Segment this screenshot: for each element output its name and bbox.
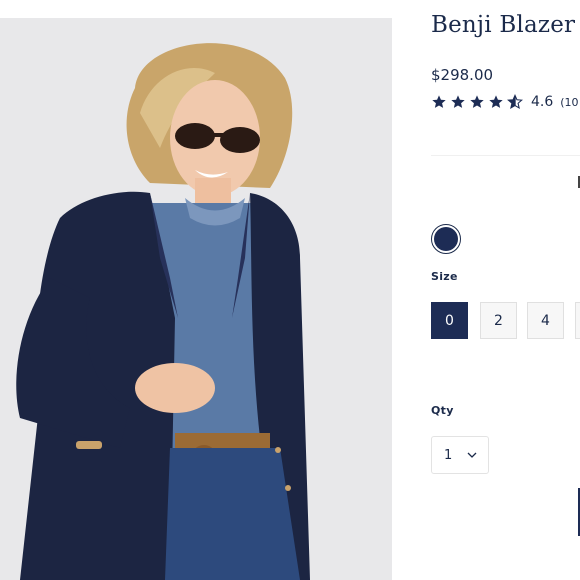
color-swatch-fill — [434, 227, 458, 251]
star-icon — [432, 95, 446, 108]
star-icon — [489, 95, 503, 108]
qty-select[interactable]: 1 — [431, 436, 489, 474]
size-option-0[interactable]: 0 — [431, 302, 468, 339]
product-image[interactable] — [0, 18, 392, 580]
half-star-icon — [507, 94, 523, 110]
size-option-4[interactable]: 4 — [527, 302, 564, 339]
chevron-down-icon — [467, 452, 477, 458]
size-label: Size — [431, 270, 458, 283]
product-details: Benji Blazer $298.00 4.6 (10 Size 0 2 4 … — [392, 0, 580, 580]
model-photo — [0, 18, 392, 580]
color-swatch-navy[interactable] — [431, 224, 461, 254]
size-option-next[interactable] — [575, 302, 580, 339]
rating-value: 4.6 — [531, 94, 554, 110]
qty-label: Qty — [431, 404, 454, 417]
product-price: $298.00 — [431, 66, 494, 84]
star-icon — [451, 95, 465, 108]
qty-value: 1 — [444, 447, 453, 463]
review-count[interactable]: (10 — [560, 96, 578, 109]
divider — [431, 155, 580, 156]
rating[interactable]: 4.6 (10 — [431, 92, 579, 112]
size-option-2[interactable]: 2 — [480, 302, 517, 339]
star-icon — [470, 95, 484, 108]
product-title: Benji Blazer — [431, 12, 576, 38]
